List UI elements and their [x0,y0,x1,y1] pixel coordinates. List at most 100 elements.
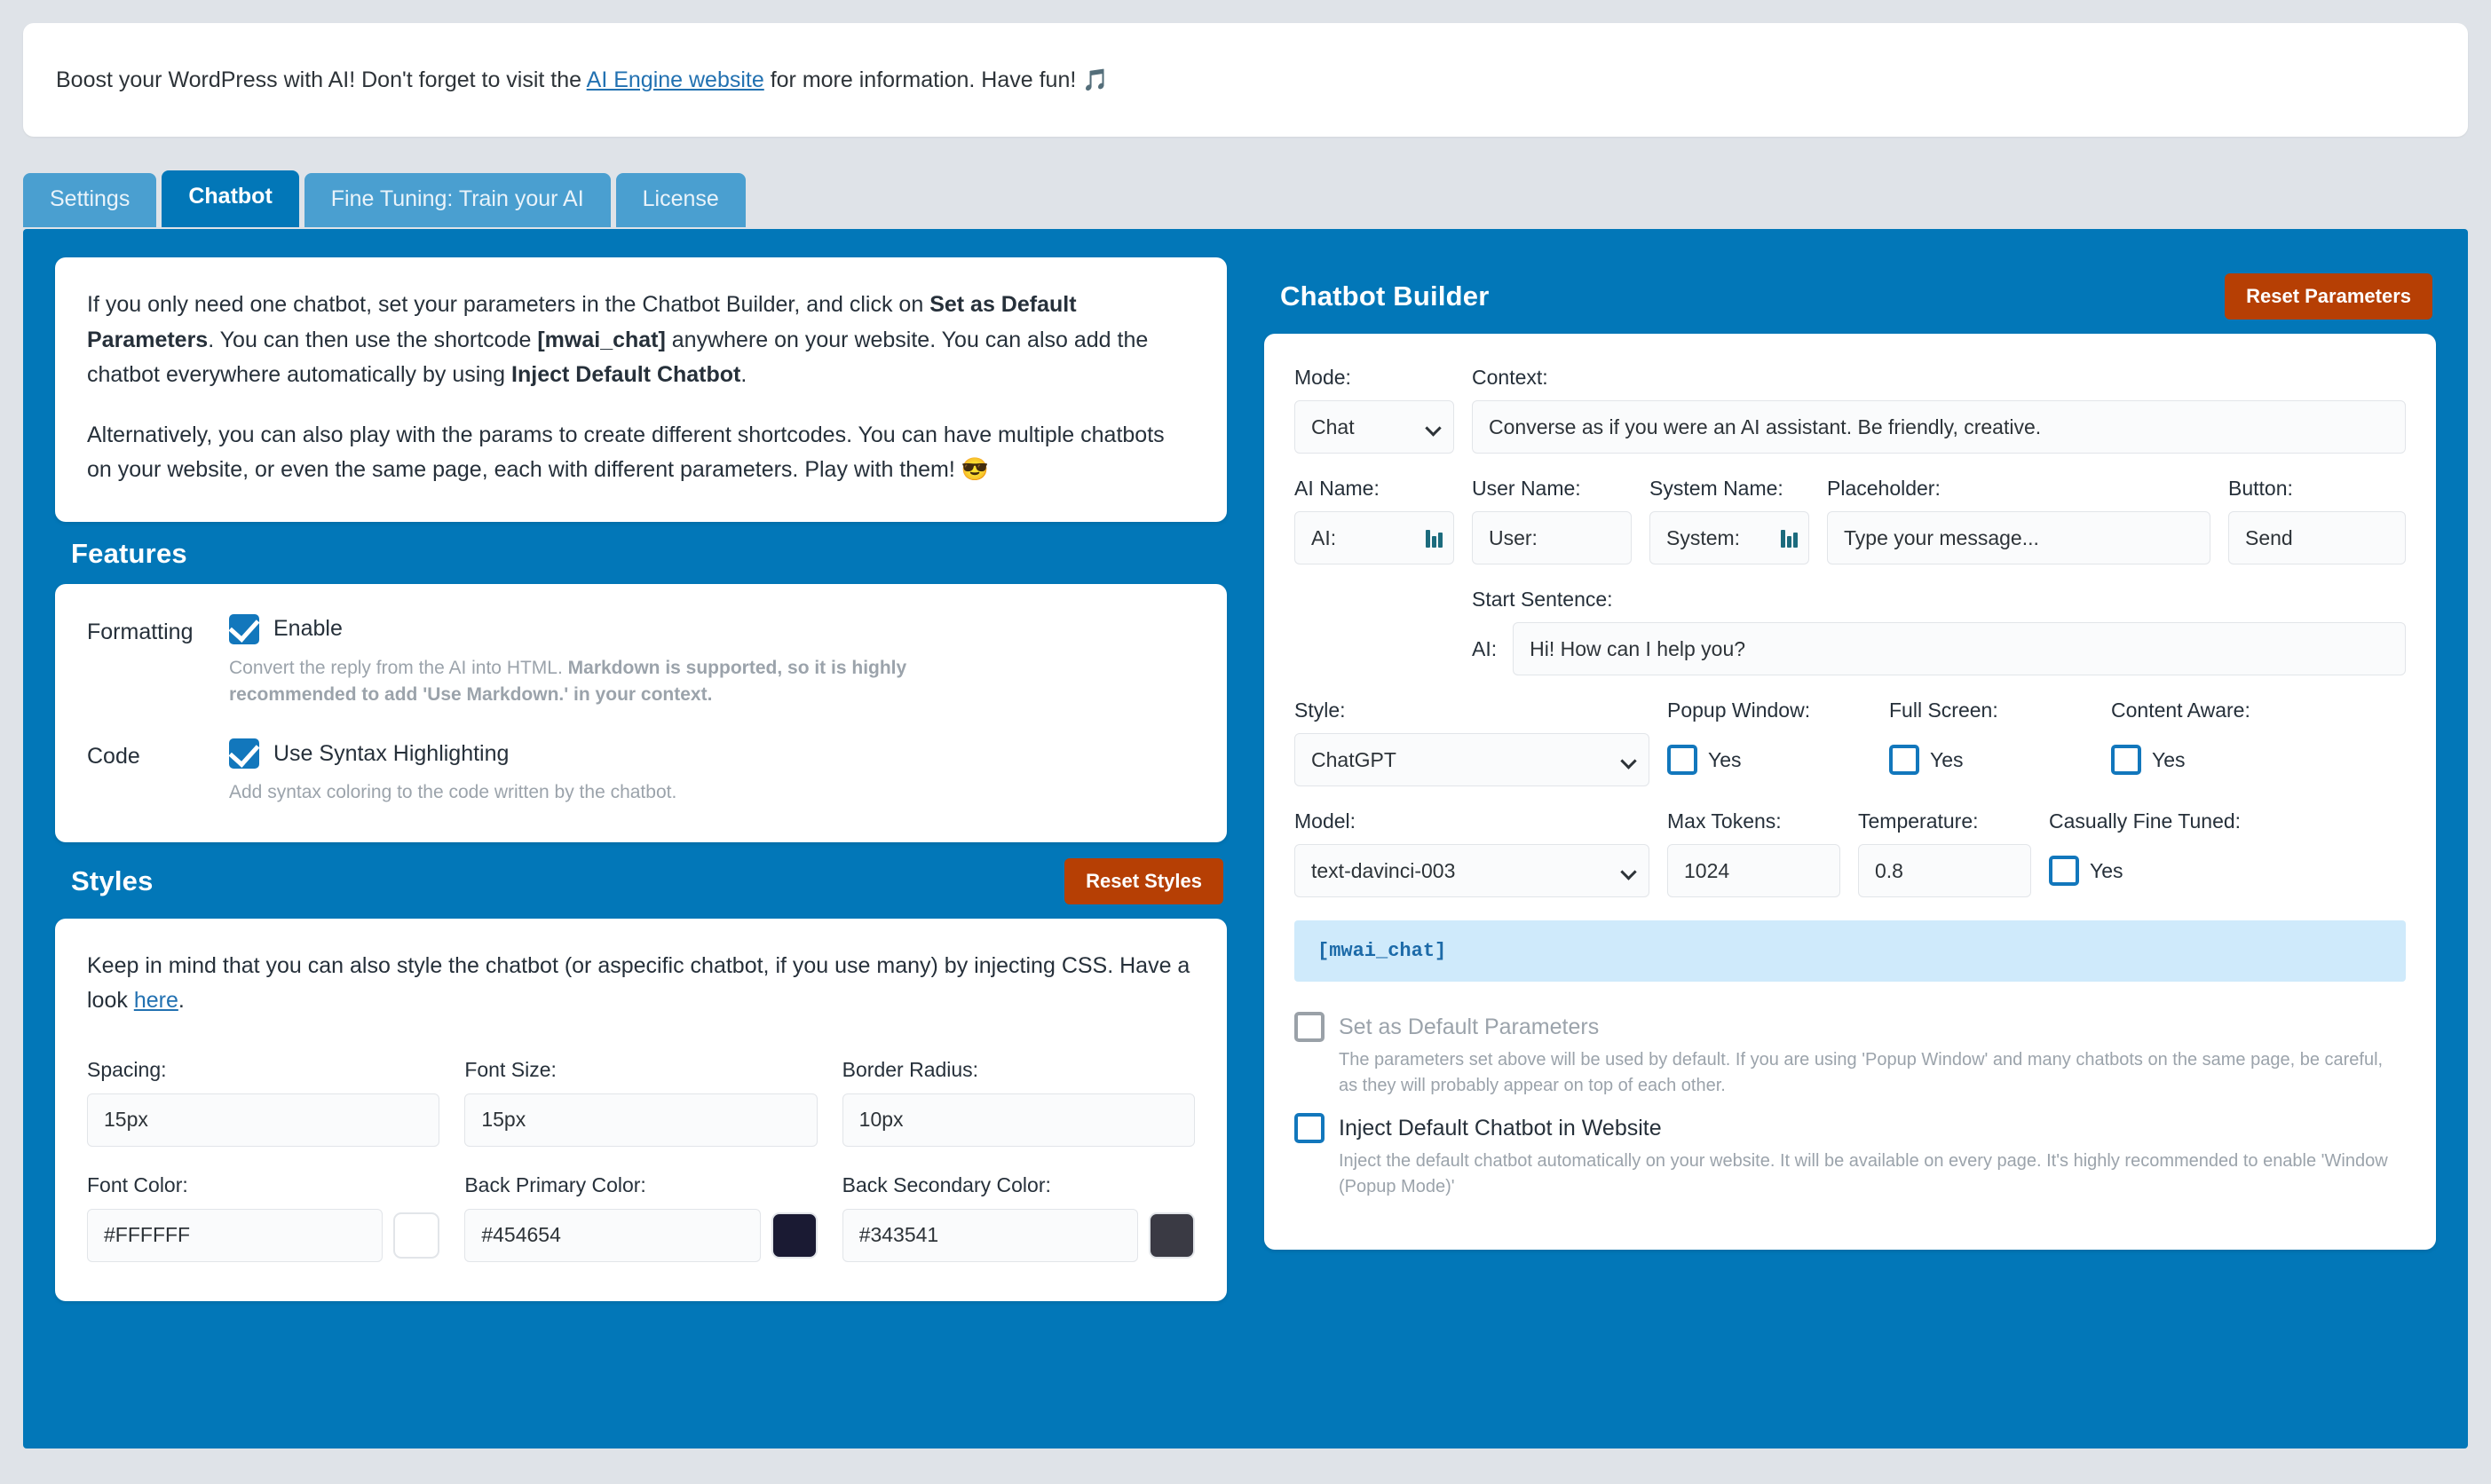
placeholder-input[interactable] [1827,511,2210,564]
fine-tuned-label: Casually Fine Tuned: [2049,809,2242,833]
casually-fine-tuned-checkbox[interactable] [2049,856,2079,886]
start-sentence-input[interactable] [1513,622,2406,675]
mode-field: Mode: Chat [1294,366,1454,454]
inject-default-chatbot-checkbox[interactable] [1294,1113,1325,1143]
styles-note-b: . [178,988,185,1014]
fine-tuned-row: Yes [2049,844,2406,897]
max-tokens-input[interactable] [1667,844,1840,897]
start-sentence-row: AI: [1472,622,2406,675]
max-tokens-label: Max Tokens: [1667,809,1782,833]
reset-styles-button[interactable]: Reset Styles [1064,857,1223,904]
button-text-input[interactable] [2228,511,2406,564]
system-name-input[interactable] [1649,511,1809,564]
context-label: Context: [1472,366,1548,389]
full-screen-yes-label: Yes [1930,747,1964,771]
font-color-input[interactable] [87,1208,384,1262]
border-radius-field: Border Radius: [842,1058,1195,1147]
mode-select[interactable]: Chat [1294,400,1454,454]
builder-row-start-sentence: Start Sentence: AI: [1294,588,2406,675]
content-aware-yes-label: Yes [2152,747,2186,771]
ai-name-field: AI Name: [1294,477,1454,564]
set-default-parameters-description: The parameters set above will be used by… [1339,1050,2384,1095]
content-aware-label: Content Aware: [2111,699,2250,722]
set-default-params-row: Set as Default Parameters [1294,1012,2406,1042]
inject-default-chatbot-description: Inject the default chatbot automatically… [1339,1151,2388,1196]
back-primary-color-swatch[interactable] [771,1212,818,1259]
notice-text-pre: Boost your WordPress with AI! Don't forg… [56,67,587,92]
intro-p1-g: . [740,362,747,387]
user-name-input[interactable] [1472,511,1632,564]
back-primary-color-row [464,1208,818,1262]
syntax-highlighting-label: Use Syntax Highlighting [273,740,510,766]
font-size-input[interactable] [464,1093,818,1147]
code-description: Add syntax coloring to the code written … [229,782,677,803]
ai-name-input[interactable] [1294,511,1454,564]
back-primary-color-input[interactable] [464,1208,761,1262]
popup-window-field: Popup Window: Yes [1667,699,1871,786]
full-screen-row: Yes [1889,733,2093,786]
notice-banner: Boost your WordPress with AI! Don't forg… [23,23,2468,137]
ai-name-label: AI Name: [1294,477,1380,500]
tab-settings[interactable]: Settings [23,173,157,227]
content-aware-field: Content Aware: Yes [2111,699,2406,786]
back-secondary-color-label: Back Secondary Color: [842,1172,1051,1196]
temperature-input[interactable] [1858,844,2031,897]
user-name-label: User Name: [1472,477,1581,500]
ai-name-input-wrap [1294,511,1454,564]
shortcode-display[interactable]: [mwai_chat] [1294,920,2406,982]
builder-header: Chatbot Builder Reset Parameters [1264,257,2436,334]
set-default-parameters-checkbox[interactable] [1294,1012,1325,1042]
inject-default-chatbot-label: Inject Default Chatbot in Website [1339,1116,1662,1141]
spacing-input[interactable] [87,1093,440,1147]
intro-p1-c: . You can then use the shortcode [208,327,538,352]
notice-text: Boost your WordPress with AI! Don't forg… [23,65,1109,96]
styles-note-a: Keep in mind that you can also style the… [87,952,1190,1014]
feature-label-formatting: Formatting [87,619,194,644]
intro-p1-a: If you only need one chatbot, set your p… [87,292,930,317]
fine-tuned-field: Casually Fine Tuned: Yes [2049,809,2406,897]
content-aware-row: Yes [2111,733,2406,786]
right-column: Chatbot Builder Reset Parameters Mode: C… [1250,229,2468,1448]
model-field: Model: text-davinci-003 [1294,809,1649,897]
builder-card: Mode: Chat Context: Converse as if you w… [1264,334,2436,1250]
tab-bar: Settings Chatbot Fine Tuning: Train your… [23,170,746,227]
spacing-field: Spacing: [87,1058,440,1147]
formatting-desc-plain: Convert the reply from the AI into HTML. [229,657,568,678]
context-input[interactable] [1472,400,2406,454]
system-name-input-wrap [1649,511,1809,564]
features-title: Features [71,537,187,569]
popup-window-checkbox[interactable] [1667,745,1697,775]
intro-card: If you only need one chatbot, set your p… [55,257,1227,522]
font-size-label: Font Size: [464,1057,557,1081]
ai-engine-website-link[interactable]: AI Engine website [587,67,764,92]
placeholder-label: Placeholder: [1827,477,1941,500]
feature-row-code: Code Use Syntax Highlighting Add syntax … [87,738,1195,806]
content-aware-checkbox[interactable] [2111,745,2141,775]
font-color-swatch[interactable] [393,1212,440,1259]
back-primary-color-field: Back Primary Color: [464,1172,818,1262]
back-secondary-color-row [842,1208,1195,1262]
music-note-icon: 🎵 [1082,67,1110,92]
model-select[interactable]: text-davinci-003 [1294,844,1649,897]
styles-row-colors: Font Color: Back Primary Color: [87,1173,1195,1262]
button-field: Button: [2228,477,2406,564]
back-secondary-color-input[interactable] [842,1208,1138,1262]
back-secondary-color-field: Back Secondary Color: [842,1173,1195,1262]
tab-license[interactable]: License [615,173,746,227]
border-radius-input[interactable] [842,1093,1195,1147]
set-default-parameters-label: Set as Default Parameters [1339,1014,1600,1039]
reset-parameters-button[interactable]: Reset Parameters [2225,273,2432,320]
tab-chatbot[interactable]: Chatbot [162,170,299,227]
back-primary-color-label: Back Primary Color: [464,1172,646,1196]
popup-window-yes-label: Yes [1708,747,1742,771]
tab-fine-tuning[interactable]: Fine Tuning: Train your AI [304,173,611,227]
styles-here-link[interactable]: here [134,988,178,1013]
style-select[interactable]: ChatGPT [1294,733,1649,786]
formatting-enable-checkbox[interactable] [229,613,259,644]
features-header: Features [55,522,1227,584]
temperature-label: Temperature: [1858,809,1979,833]
intro-p1-bold-inject: Inject Default Chatbot [511,362,741,387]
back-secondary-color-swatch[interactable] [1148,1212,1195,1259]
full-screen-checkbox[interactable] [1889,745,1919,775]
syntax-highlighting-checkbox[interactable] [229,738,259,770]
